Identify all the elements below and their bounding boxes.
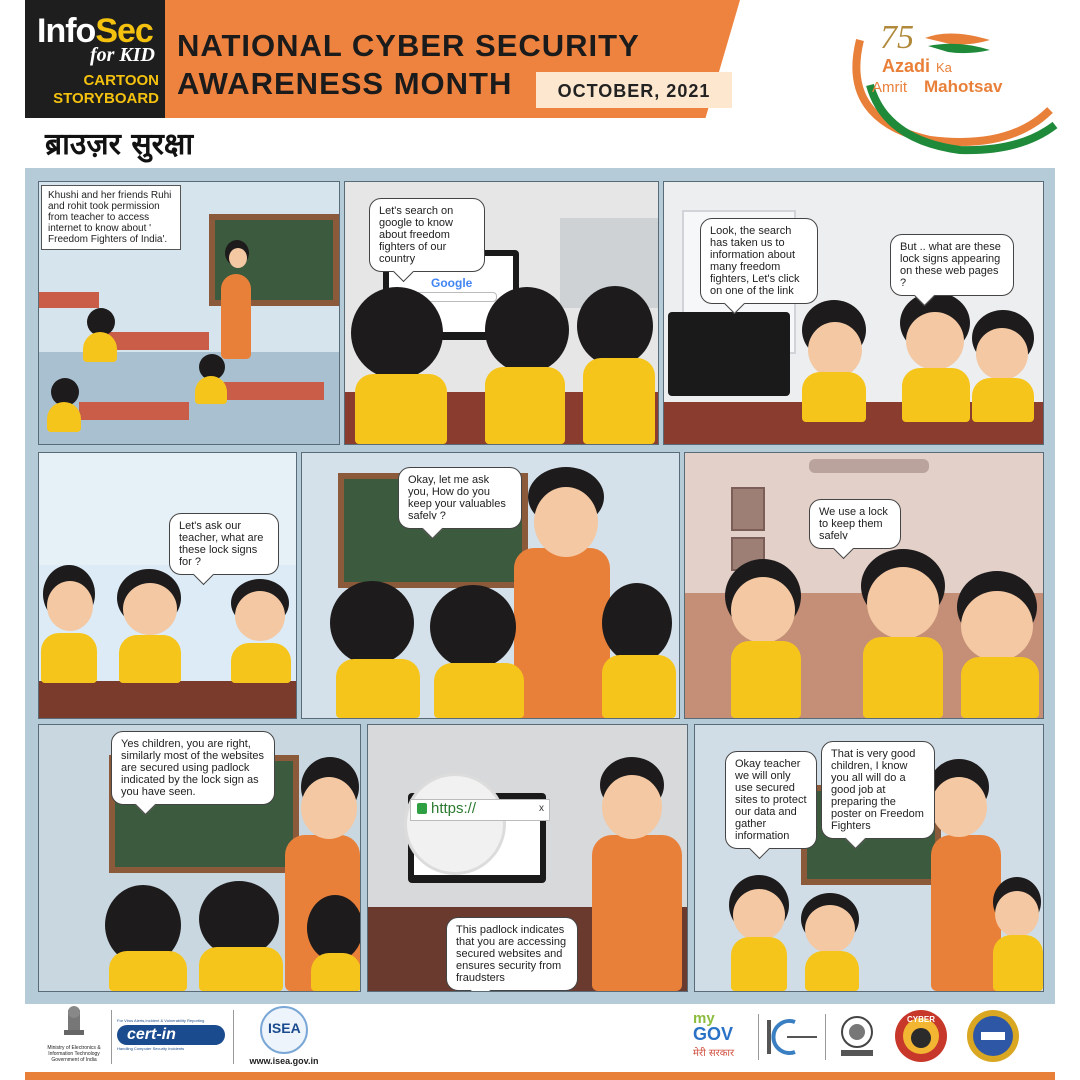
panel-3-speech-bubble-2: But .. what are these lock signs appeari… (890, 234, 1014, 296)
banner-title-line2: AWARENESS MONTH (177, 66, 513, 101)
teacher-figure (514, 548, 610, 718)
cdac-logo (965, 1008, 1021, 1064)
national-emblem-icon (64, 1006, 84, 1035)
page-title: ब्राउज़र सुरक्षा (45, 127, 194, 162)
teacher-figure (592, 835, 682, 991)
panel-9-conclusion: Okay teacher we will only use secured si… (694, 724, 1044, 992)
ka-text: Ka (936, 60, 953, 75)
panel-4-speech-bubble: Let's ask our teacher, what are these lo… (169, 513, 279, 575)
address-bar: https:// x (410, 799, 550, 821)
computer-monitor (668, 312, 790, 396)
panel-2-speech-bubble: Let's search on google to know about fre… (369, 198, 485, 272)
panel-6-lock-answer: We use a lock to keep them safely (684, 452, 1044, 719)
https-url-text: https:// (431, 800, 477, 817)
panel-7-padlock-explained: Yes children, you are right, similarly m… (38, 724, 361, 992)
panel-3-speech-bubble-1: Look, the search has taken us to informa… (700, 218, 818, 304)
panel-8-https-closeup: https:// x This padlock indicates that y… (367, 724, 688, 992)
panel-5-teacher-question: Okay, let me ask you, How do you keep yo… (301, 452, 680, 719)
footer-logos: Ministry of Electronics & Information Tec… (25, 1004, 1055, 1070)
mygov-logo: my GOV मेरी सरकार (693, 1010, 735, 1059)
for-kid-text: for KID (89, 44, 155, 66)
teacher-figure (221, 274, 251, 359)
teacher-figure (931, 835, 1001, 991)
panel-7-speech-bubble: Yes children, you are right, similarly m… (111, 731, 275, 805)
mahotsav-text: Mahotsav (924, 77, 1003, 96)
panel-1-caption: Khushi and her friends Ruhi and rohit to… (41, 185, 181, 250)
azadi-ka-amrit-mahotsav-logo: 75 Azadi Ka Amrit Mahotsav (840, 0, 1060, 160)
date-badge: OCTOBER, 2021 (536, 72, 732, 108)
cert-in-logo: For Virus Alerts,Incident & Vulnerabilit… (117, 1018, 227, 1051)
isea-url: www.isea.gov.in (249, 1056, 319, 1066)
meity-logo: Ministry of Electronics & Information Tec… (39, 1006, 109, 1063)
panel-9-speech-bubble-2: That is very good children, I know you a… (821, 741, 935, 839)
panel-8-speech-bubble: This padlock indicates that you are acce… (446, 917, 578, 991)
panel-5-speech-bubble: Okay, let me ask you, How do you keep yo… (398, 467, 522, 529)
panel-1-classroom: Khushi and her friends Ruhi and rohit to… (38, 181, 340, 445)
padlock-icon (417, 803, 427, 814)
comic-grid: Khushi and her friends Ruhi and rohit to… (25, 168, 1055, 1004)
banner-title-line1: NATIONAL CYBER SECURITY (177, 28, 640, 63)
infosec-brand-block: InfoSec for KID CARTOON STORYBOARD (25, 0, 165, 118)
google-logo: Google (431, 276, 473, 290)
digital-india-logo (765, 1016, 821, 1058)
azadi-text: Azadi (882, 56, 930, 76)
cyber-police-logo: CYBER (893, 1008, 949, 1064)
isea-logo: ISEA www.isea.gov.in (239, 1006, 329, 1066)
amrit-text: Amrit (872, 79, 908, 96)
cyber-crime-emblem (833, 1012, 881, 1062)
cartoon-storyboard-text: CARTOON STORYBOARD (53, 72, 159, 107)
azadi-75-text: 75 (880, 19, 914, 56)
panel-6-speech-bubble: We use a lock to keep them safely (809, 499, 901, 549)
magnifier-circle (404, 773, 506, 875)
panel-2-search: Google Let's search on google to know ab… (344, 181, 659, 445)
panel-9-speech-bubble-1: Okay teacher we will only use secured si… (725, 751, 817, 849)
classroom-desk (39, 292, 99, 308)
footer-orange-stripe (25, 1072, 1055, 1080)
panel-3-web-pages: Look, the search has taken us to informa… (663, 181, 1044, 445)
close-icon: x (539, 803, 544, 814)
svg-text:CYBER: CYBER (907, 1015, 935, 1024)
panel-4-ask-teacher: Let's ask our teacher, what are these lo… (38, 452, 297, 719)
